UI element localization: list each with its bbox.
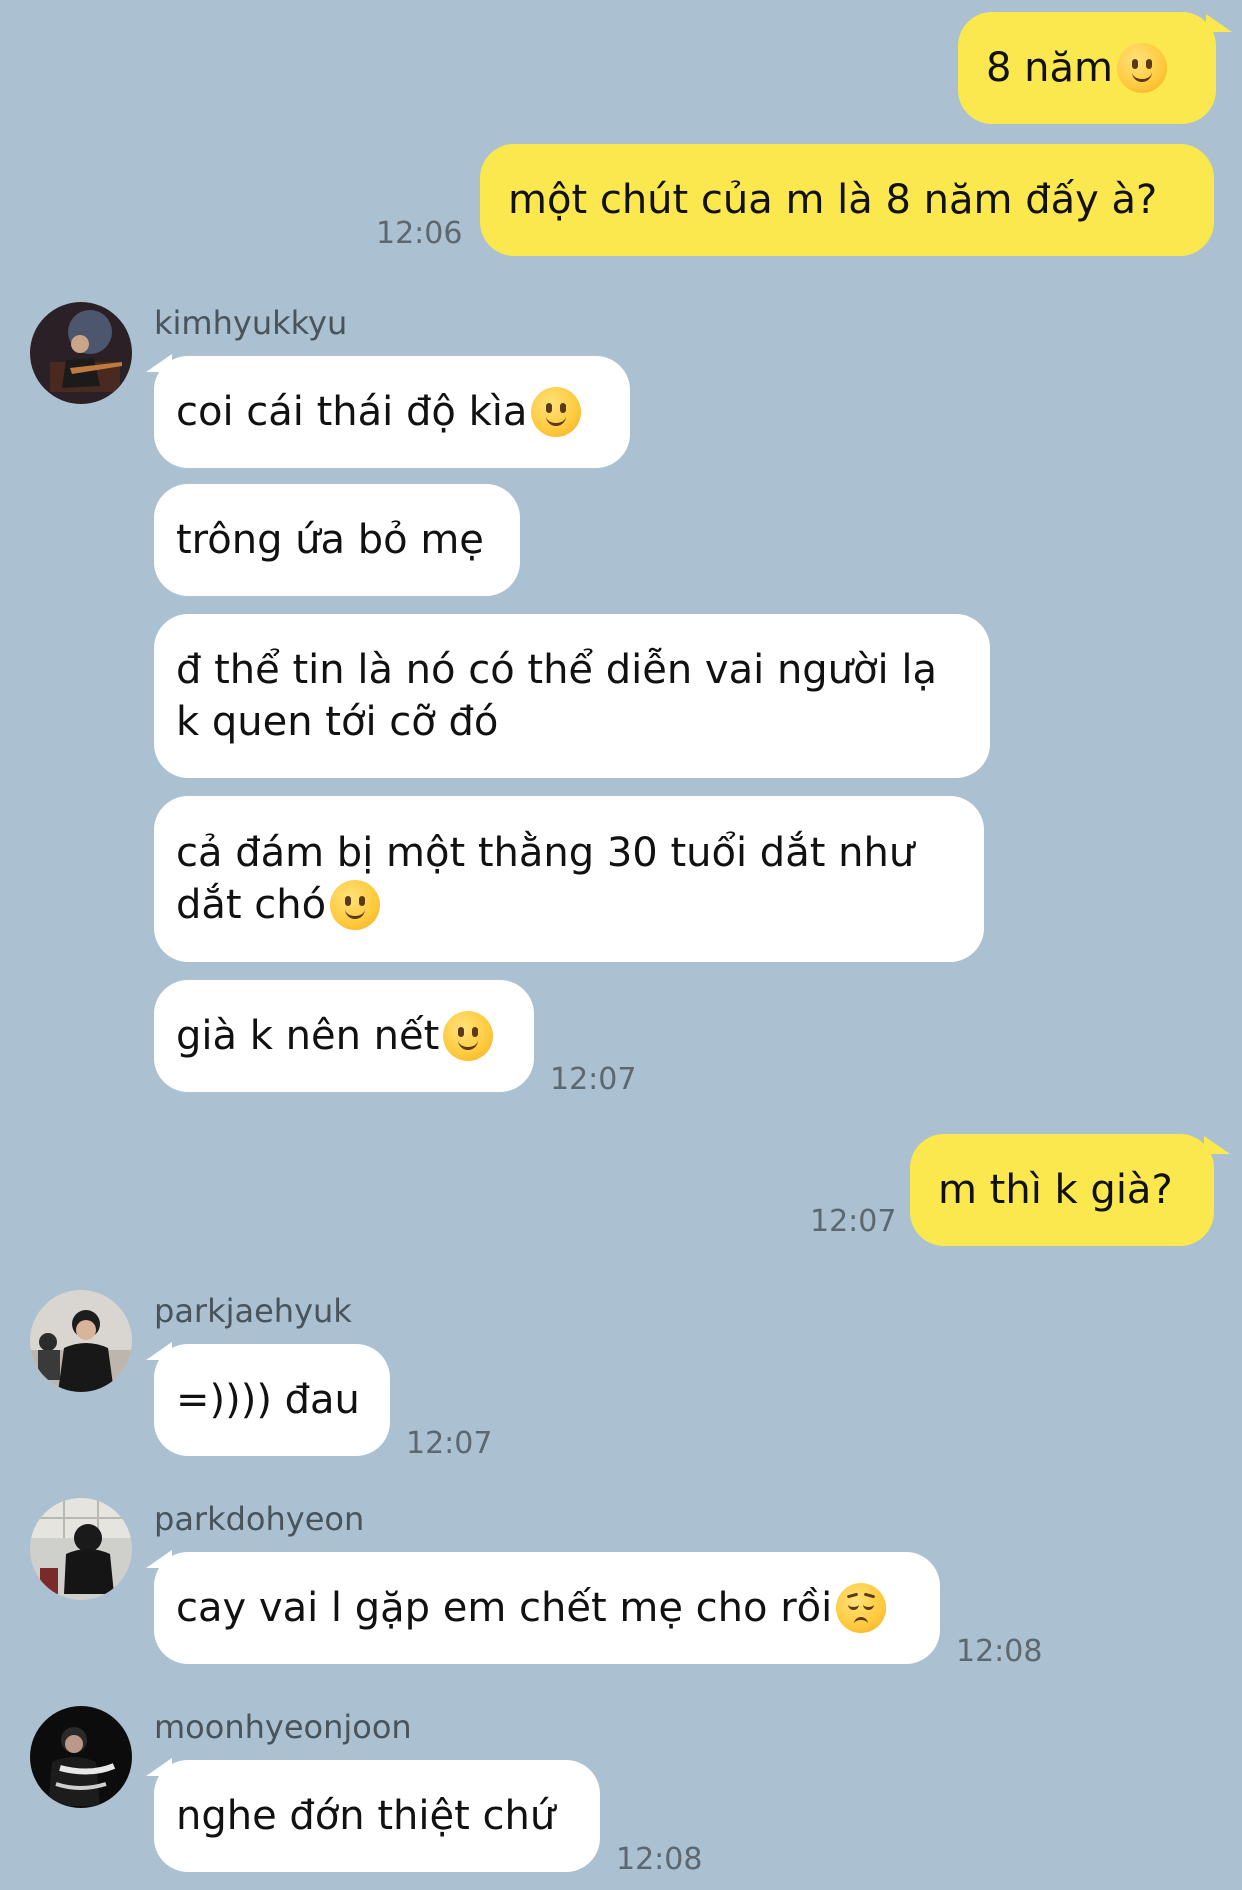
incoming-message[interactable]: =)))) đau [154, 1344, 390, 1456]
incoming-message[interactable]: nghe đớn thiệt chứ [154, 1760, 600, 1872]
message-text-line: đ thể tin là nó có thể diễn vai người lạ [176, 647, 937, 693]
message-text: già k nên nết [176, 1013, 440, 1059]
sender-name: moonhyeonjoon [154, 1708, 412, 1746]
timestamp: 12:07 [406, 1426, 493, 1461]
slightly-smiling-face-icon [531, 387, 582, 437]
incoming-message[interactable]: coi cái thái độ kìa [154, 356, 630, 468]
sender-name: kimhyukkyu [154, 304, 348, 342]
avatar[interactable] [30, 1706, 132, 1808]
message-text: =)))) đau [176, 1377, 360, 1423]
slightly-smiling-face-icon [443, 1011, 494, 1061]
outgoing-message[interactable]: m thì k già? [910, 1134, 1214, 1246]
timestamp: 12:08 [956, 1634, 1043, 1669]
message-text: nghe đớn thiệt chứ [176, 1793, 556, 1839]
message-text: một chút của m là 8 năm đấy à? [508, 177, 1158, 223]
message-text: trông ứa bỏ mẹ [176, 517, 484, 563]
outgoing-message[interactable]: 8 năm [958, 12, 1216, 124]
incoming-message[interactable]: cay vai l gặp em chết mẹ cho rồi [154, 1552, 940, 1664]
message-text: 8 năm [986, 45, 1113, 91]
timestamp: 12:06 [376, 216, 463, 251]
timestamp: 12:07 [810, 1204, 897, 1239]
message-text-line: k quen tới cỡ đó [176, 699, 499, 745]
sender-name: parkdohyeon [154, 1500, 365, 1538]
sender-name: parkjaehyuk [154, 1292, 352, 1330]
incoming-message[interactable]: trông ứa bỏ mẹ [154, 484, 520, 596]
timestamp: 12:08 [616, 1842, 703, 1877]
message-text: m thì k già? [938, 1167, 1173, 1213]
avatar[interactable] [30, 1290, 132, 1392]
timestamp: 12:07 [550, 1062, 637, 1097]
message-text-line: dắt chó [176, 882, 327, 928]
slightly-smiling-face-icon [1117, 43, 1167, 93]
bubble-tail [1204, 1136, 1230, 1154]
avatar[interactable] [30, 1498, 132, 1600]
outgoing-message[interactable]: một chút của m là 8 năm đấy à? [480, 144, 1214, 256]
slightly-smiling-face-icon [330, 880, 381, 930]
incoming-message[interactable]: già k nên nết [154, 980, 534, 1092]
incoming-message[interactable]: đ thể tin là nó có thể diễn vai người lạ… [154, 614, 990, 778]
message-text: coi cái thái độ kìa [176, 389, 528, 435]
incoming-message[interactable]: cả đám bị một thằng 30 tuổi dắt như dắt … [154, 796, 984, 962]
message-text: cay vai l gặp em chết mẹ cho rồi [176, 1585, 833, 1631]
message-text-line: cả đám bị một thằng 30 tuổi dắt như [176, 830, 915, 876]
avatar[interactable] [30, 302, 132, 404]
bubble-tail [1206, 14, 1232, 32]
pensive-face-icon [836, 1583, 887, 1633]
